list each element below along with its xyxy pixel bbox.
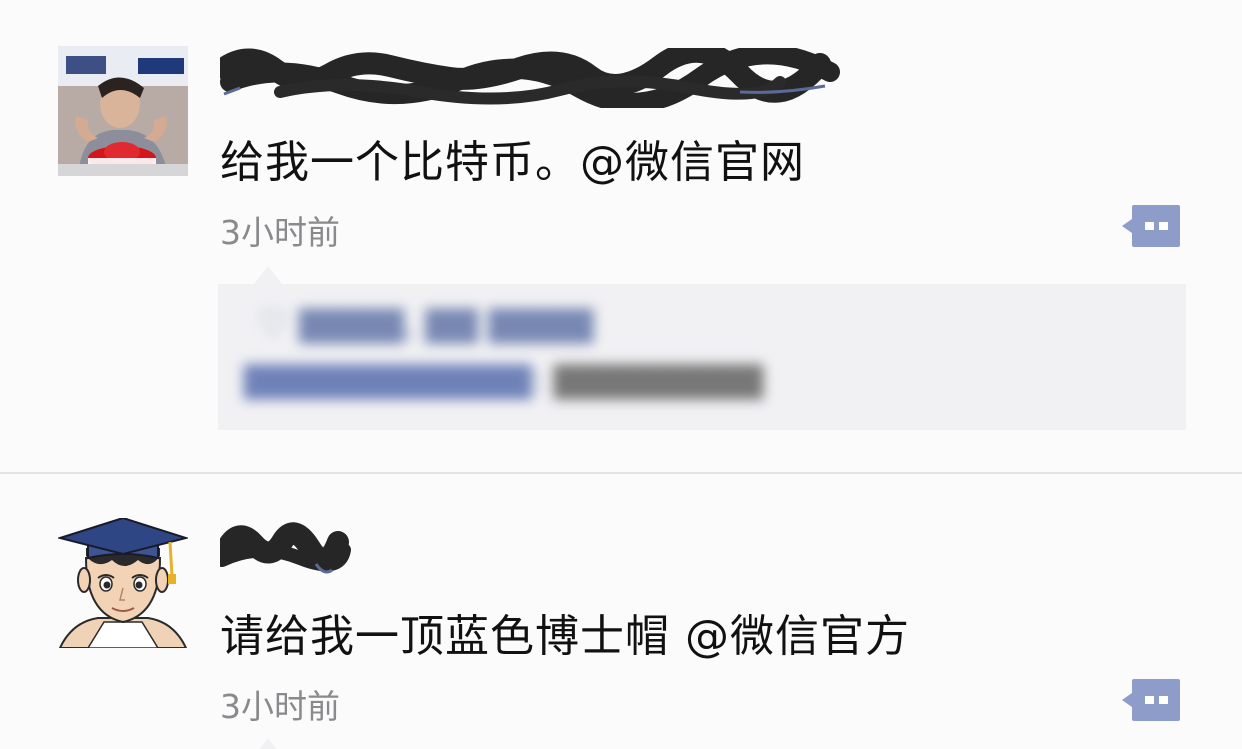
graduate-cartoon-avatar-icon xyxy=(58,518,188,648)
avatar[interactable] xyxy=(58,518,188,648)
moments-feed: 给我一个比特币。@微信官网 3小时前 ♡ ▇▇▇▇, ▇▇ ▇▇▇▇ ▇▇▇▇▇… xyxy=(0,0,1242,749)
photo-avatar-icon xyxy=(58,46,188,176)
redaction-scribble xyxy=(220,48,840,108)
likes-row-blurred: ♡ ▇▇▇▇, ▇▇ ▇▇▇▇ xyxy=(258,304,594,344)
post-timestamp: 3小时前 xyxy=(220,687,340,726)
post-text: 请给我一顶蓝色博士帽 @微信官方 xyxy=(220,611,910,662)
feed-post: 请给我一顶蓝色博士帽 @微信官方 3小时前 xyxy=(0,474,1242,749)
comments-caret xyxy=(254,266,282,284)
avatar[interactable] xyxy=(58,46,188,176)
post-timestamp: 3小时前 xyxy=(220,213,340,252)
comments-panel: ♡ ▇▇▇▇, ▇▇ ▇▇▇▇ ▇▇▇▇▇▇▇▇▇▇▇: ▇▇▇▇▇▇▇▇ xyxy=(218,284,1186,430)
comments-caret xyxy=(254,738,282,749)
comment-icon xyxy=(1122,205,1180,247)
comment-row-blurred: ▇▇▇▇▇▇▇▇▇▇▇: ▇▇▇▇▇▇▇▇ xyxy=(244,360,764,400)
post-text: 给我一个比特币。@微信官网 xyxy=(220,137,805,188)
comment-icon xyxy=(1122,679,1180,721)
redaction-scribble xyxy=(220,522,351,574)
comment-button[interactable] xyxy=(1122,679,1180,721)
feed-post: 给我一个比特币。@微信官网 3小时前 ♡ ▇▇▇▇, ▇▇ ▇▇▇▇ ▇▇▇▇▇… xyxy=(0,0,1242,472)
comment-button[interactable] xyxy=(1122,205,1180,247)
